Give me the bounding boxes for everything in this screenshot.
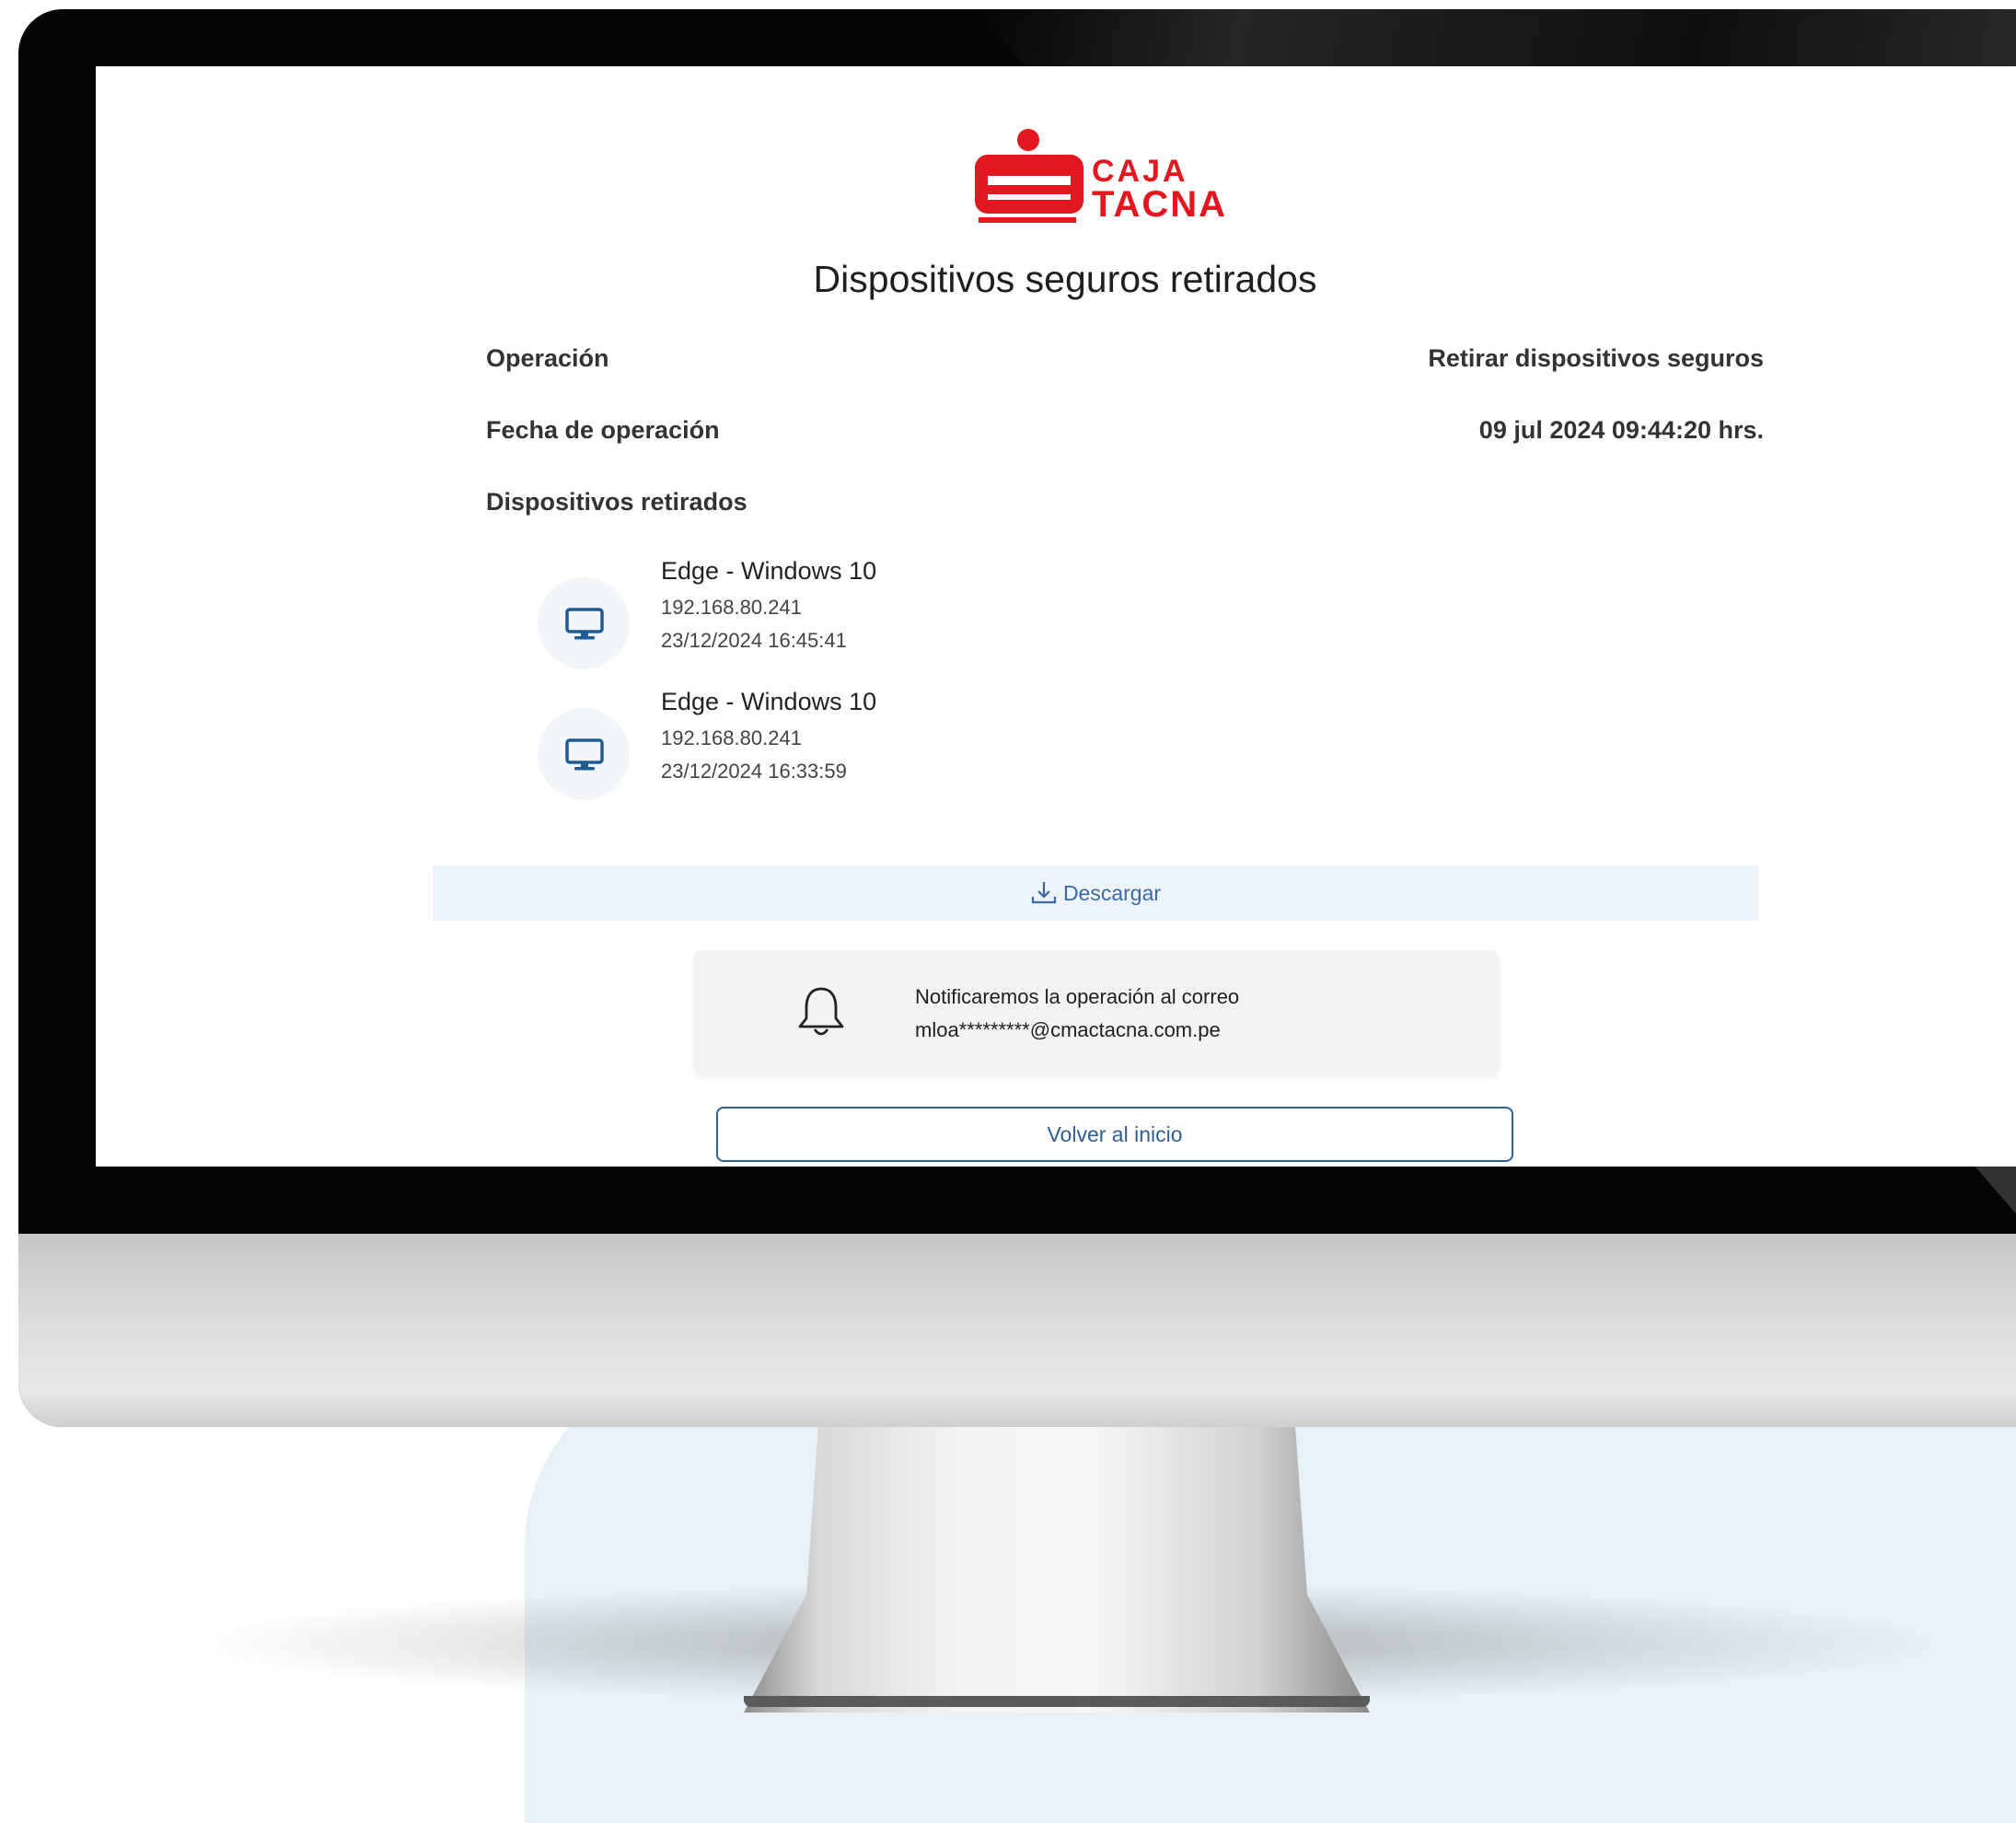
download-button[interactable]: Descargar	[433, 865, 1758, 921]
device-date: 23/12/2024 16:45:41	[661, 629, 847, 652]
device-icon-container	[538, 577, 630, 669]
device-date: 23/12/2024 16:33:59	[661, 760, 847, 783]
screen: CAJA TACNA Dispositivos seguros retirado…	[96, 66, 2016, 1167]
operation-date-label: Fecha de operación	[486, 416, 720, 444]
bell-icon	[798, 987, 844, 1036]
caja-tacna-logo: CAJA TACNA	[975, 129, 1227, 225]
logo-text-tacna: TACNA	[1092, 184, 1227, 225]
download-icon	[1031, 882, 1057, 904]
email-notification-card: Notificaremos la operación al correo mlo…	[694, 950, 1499, 1075]
desktop-monitor-icon	[565, 738, 604, 771]
device-icon-container	[538, 708, 630, 800]
monitor-stand-base	[744, 1696, 1370, 1707]
desktop-monitor-icon	[565, 608, 604, 640]
removed-devices-label: Dispositivos retirados	[486, 488, 747, 516]
monitor-stand	[744, 1418, 1370, 1713]
device-name: Edge - Windows 10	[661, 557, 877, 585]
back-to-home-button[interactable]: Volver al inicio	[716, 1107, 1513, 1162]
device-ip: 192.168.80.241	[661, 726, 802, 749]
operation-date-value: 09 jul 2024 09:44:20 hrs.	[1478, 416, 1764, 444]
download-label: Descargar	[1062, 880, 1162, 905]
device-ip: 192.168.80.241	[661, 596, 802, 619]
notification-email: mloa*********@cmactacna.com.pe	[915, 1018, 1221, 1041]
device-list-item: Edge - Windows 10 192.168.80.241 23/12/2…	[538, 688, 1182, 800]
device-name: Edge - Windows 10	[661, 688, 877, 715]
device-list-item: Edge - Windows 10 192.168.80.241 23/12/2…	[538, 557, 1182, 669]
operation-label: Operación	[486, 344, 609, 372]
page-title: Dispositivos seguros retirados	[813, 258, 1317, 300]
notification-text: Notificaremos la operación al correo	[915, 985, 1240, 1008]
operation-value: Retirar dispositivos seguros	[1428, 344, 1764, 372]
monitor-chin	[18, 1234, 2016, 1427]
monitor-frame: CAJA TACNA Dispositivos seguros retirado…	[18, 9, 2016, 1427]
